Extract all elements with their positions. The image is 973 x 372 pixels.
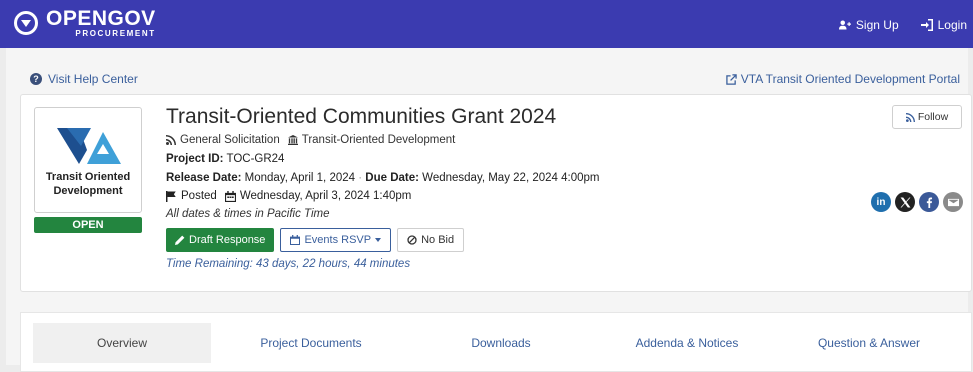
draft-response-label: Draft Response — [189, 234, 266, 246]
project-id-label: Project ID: — [166, 153, 224, 165]
pencil-icon — [175, 235, 185, 245]
due-date-label: Due Date: — [365, 172, 419, 184]
x-icon[interactable] — [895, 192, 915, 212]
social-share: in — [871, 192, 963, 212]
time-remaining: Time Remaining: 43 days, 22 hours, 44 mi… — [166, 258, 411, 270]
posted-date: Wednesday, April 3, 2024 1:40pm — [239, 190, 412, 202]
project-id-value: TOC-GR24 — [226, 153, 285, 165]
rss-icon — [905, 112, 915, 122]
project-id-row: Project ID: TOC-GR24 — [166, 153, 599, 165]
events-rsvp-button[interactable]: Events RSVP — [280, 228, 392, 252]
solicitation-type: General Solicitation — [180, 134, 280, 146]
brand-subtitle: PROCUREMENT — [75, 29, 156, 38]
main-content: ? Visit Help Center VTA Transit Oriented… — [6, 48, 972, 372]
tab-addenda-notices[interactable]: Addenda & Notices — [597, 323, 777, 363]
release-date-value: Monday, April 1, 2024 — [244, 172, 356, 184]
vta-logo-icon — [57, 128, 121, 164]
follow-button[interactable]: Follow — [892, 105, 962, 129]
no-bid-button[interactable]: No Bid — [397, 228, 465, 252]
flag-icon — [166, 190, 176, 202]
help-center-label: Visit Help Center — [48, 72, 138, 86]
logo-icon — [14, 11, 38, 35]
draft-response-button[interactable]: Draft Response — [166, 228, 275, 252]
due-date-value: Wednesday, May 22, 2024 4:00pm — [422, 172, 600, 184]
facebook-icon[interactable] — [919, 192, 939, 212]
envelope-glyph-icon — [947, 198, 959, 206]
department-name: Transit-Oriented Development — [301, 134, 456, 146]
portal-label: VTA Transit Oriented Development Portal — [740, 72, 960, 86]
top-navbar: OPENGOV PROCUREMENT Sign Up Login — [0, 0, 973, 48]
help-center-link[interactable]: ? Visit Help Center — [30, 72, 138, 86]
tab-overview[interactable]: Overview — [33, 323, 211, 363]
tab-bar: Overview Project Documents Downloads Add… — [20, 312, 972, 372]
project-details: Transit-Oriented Communities Grant 2024 … — [166, 105, 599, 270]
sign-up-label: Sign Up — [855, 18, 899, 32]
logo-caption-line-2: Development — [53, 185, 123, 197]
brand-name: OPENGOV — [46, 7, 156, 30]
posted-label: Posted — [181, 190, 217, 202]
tab-downloads[interactable]: Downloads — [411, 323, 591, 363]
linkedin-icon[interactable]: in — [871, 192, 891, 212]
envelope-icon[interactable] — [943, 192, 963, 212]
calendar-icon — [290, 235, 301, 245]
login-link[interactable]: Login — [920, 18, 967, 32]
tab-question-answer[interactable]: Question & Answer — [779, 323, 959, 363]
follow-label: Follow — [917, 111, 949, 123]
rss-icon — [166, 135, 176, 145]
posted-row: Posted Wednesday, April 3, 2024 1:40pm — [166, 190, 599, 202]
sign-up-link[interactable]: Sign Up — [838, 18, 899, 32]
date-separator: · — [358, 172, 363, 184]
external-link-icon — [726, 73, 737, 85]
bank-icon — [287, 135, 298, 145]
no-bid-label: No Bid — [421, 234, 455, 246]
user-plus-icon — [838, 20, 851, 30]
opengov-logo[interactable]: OPENGOV PROCUREMENT — [14, 8, 156, 38]
page-title: Transit-Oriented Communities Grant 2024 — [166, 105, 557, 128]
release-date-label: Release Date: — [166, 172, 242, 184]
status-badge: OPEN — [34, 217, 142, 233]
question-icon: ? — [30, 73, 42, 85]
x-glyph-icon — [900, 197, 910, 207]
sign-in-icon — [920, 19, 933, 31]
timezone-note: All dates & times in Pacific Time — [166, 208, 330, 220]
portal-link[interactable]: VTA Transit Oriented Development Portal — [726, 72, 960, 86]
project-card: Transit Oriented Development OPEN Transi… — [20, 94, 972, 292]
caret-down-icon — [375, 238, 382, 242]
tab-project-documents[interactable]: Project Documents — [221, 323, 401, 363]
calendar-icon — [224, 190, 236, 202]
logo-caption-line-1: Transit Oriented — [45, 171, 131, 183]
agency-logo: Transit Oriented Development — [34, 107, 142, 213]
dates-row: Release Date: Monday, April 1, 2024 · Du… — [166, 172, 599, 184]
facebook-glyph-icon — [926, 197, 932, 208]
login-label: Login — [937, 18, 967, 32]
ban-icon — [407, 235, 417, 245]
events-rsvp-label: Events RSVP — [304, 234, 372, 246]
